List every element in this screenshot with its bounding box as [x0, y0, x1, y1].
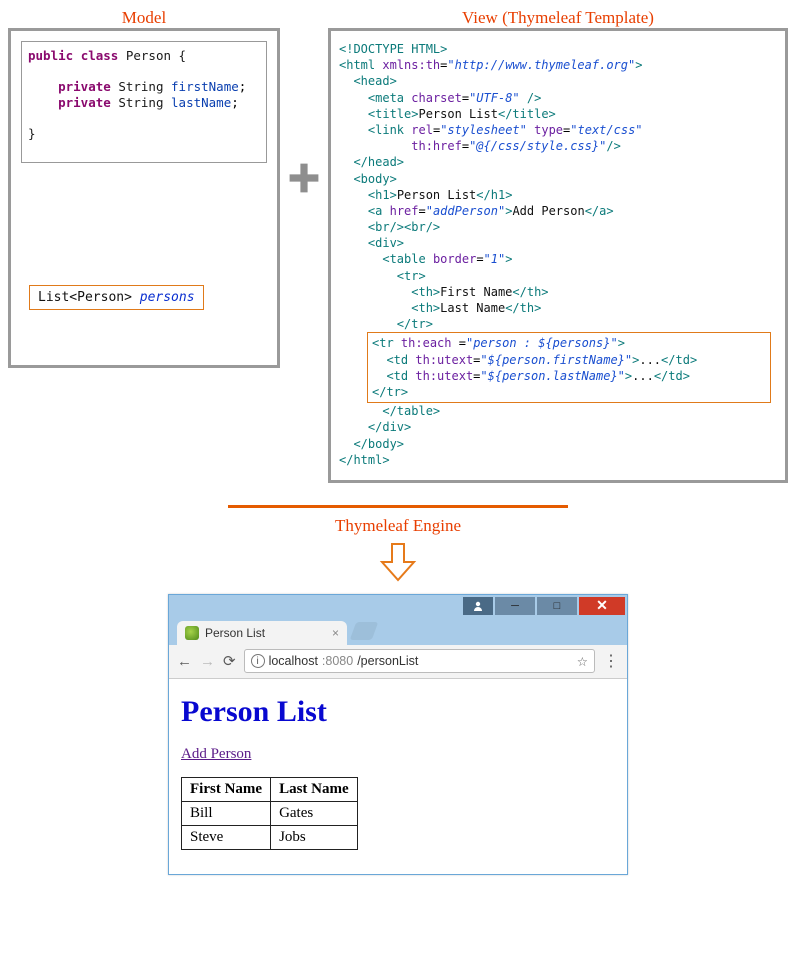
keyword: public	[28, 48, 73, 63]
person-table: First Name Last Name Bill Gates Steve Jo…	[181, 777, 358, 850]
arrow-down-icon	[376, 540, 420, 584]
cell-first: Steve	[182, 825, 271, 849]
tab-bar: Person List ×	[169, 617, 627, 645]
table-row: Steve Jobs	[182, 825, 358, 849]
reload-icon[interactable]: ⟳	[223, 652, 236, 670]
address-row: ← → ⟳ i localhost :8080/personList ☆ ⋮	[169, 645, 627, 679]
user-icon[interactable]	[463, 597, 493, 615]
model-column: Model public class Person { private Stri…	[8, 8, 280, 368]
cell-last: Gates	[271, 801, 358, 825]
th-first: First Name	[182, 777, 271, 801]
model-code: public class Person { private String fir…	[21, 41, 267, 163]
arrow-down	[8, 540, 788, 584]
brace: }	[28, 126, 36, 141]
favicon-icon	[185, 626, 199, 640]
url-host: localhost	[269, 654, 318, 668]
model-box: public class Person { private String fir…	[8, 28, 280, 368]
address-bar[interactable]: i localhost :8080/personList ☆	[244, 649, 595, 673]
cell-first: Bill	[182, 801, 271, 825]
plus-icon	[286, 160, 322, 196]
url-path: /personList	[357, 654, 418, 668]
url-port: :8080	[322, 654, 353, 668]
page-title: Person List	[181, 695, 615, 729]
keyword: private	[58, 79, 111, 94]
close-tab-icon[interactable]: ×	[332, 626, 339, 640]
engine-label: Thymeleaf Engine	[8, 516, 788, 536]
plus-operator	[286, 8, 322, 348]
model-label: Model	[8, 8, 280, 28]
close-button[interactable]: ✕	[579, 597, 625, 615]
maximize-button[interactable]: □	[537, 597, 577, 615]
list-var: persons	[140, 290, 195, 305]
info-icon[interactable]: i	[251, 654, 265, 668]
view-column: View (Thymeleaf Template) <!DOCTYPE HTML…	[328, 8, 788, 483]
type: String	[118, 95, 163, 110]
titlebar: ─ □ ✕	[169, 595, 627, 617]
list-type: List<Person>	[38, 290, 132, 305]
keyword: private	[58, 95, 111, 110]
cell-last: Jobs	[271, 825, 358, 849]
browser-tab[interactable]: Person List ×	[177, 621, 347, 645]
th-last: Last Name	[271, 777, 358, 801]
back-icon[interactable]: ←	[177, 653, 192, 670]
view-highlight: <tr th:each ="person : ${persons}"> <td …	[367, 332, 771, 403]
tab-title: Person List	[205, 626, 265, 640]
new-tab-button[interactable]	[350, 622, 379, 640]
page-content: Person List Add Person First Name Last N…	[169, 679, 627, 874]
model-view-row: Model public class Person { private Stri…	[8, 8, 788, 483]
browser-window: ─ □ ✕ Person List × ← → ⟳ i localhost :80…	[168, 594, 628, 875]
minimize-button[interactable]: ─	[495, 597, 535, 615]
divider	[228, 505, 568, 508]
class-name: Person {	[126, 48, 186, 63]
star-icon[interactable]: ☆	[577, 654, 588, 669]
model-list-box: List<Person> persons	[29, 285, 204, 310]
keyword: class	[81, 48, 119, 63]
table-row: Bill Gates	[182, 801, 358, 825]
view-box: <!DOCTYPE HTML> <html xmlns:th="http://w…	[328, 28, 788, 483]
type: String	[118, 79, 163, 94]
view-label: View (Thymeleaf Template)	[328, 8, 788, 28]
forward-icon[interactable]: →	[200, 653, 215, 670]
menu-icon[interactable]: ⋮	[603, 651, 619, 671]
field: firstName	[171, 79, 239, 94]
table-header-row: First Name Last Name	[182, 777, 358, 801]
field: lastName	[171, 95, 231, 110]
add-person-link[interactable]: Add Person	[181, 746, 251, 762]
